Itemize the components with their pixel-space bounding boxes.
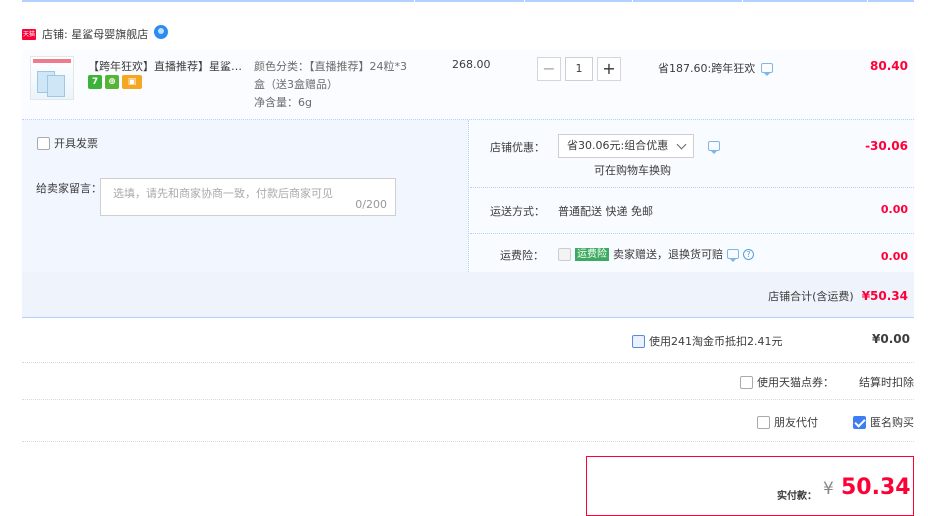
seller-message-input[interactable]: 选填，请先和商家协商一致，付款后商家可见 0/200 — [100, 178, 396, 216]
product-thumbnail[interactable] — [30, 56, 74, 100]
insurance-checkbox — [558, 247, 571, 261]
tmall-points-note: 结算时扣除 — [859, 376, 914, 389]
delivery-method: 普通配送 快递 免邮 — [558, 205, 653, 218]
service-badges: 7 ⊕ ▣ — [88, 75, 142, 89]
insurance-info-icon[interactable] — [727, 249, 739, 262]
shop-discount-select[interactable]: 省30.06元:组合优惠 — [558, 134, 694, 158]
guarantee-icon: ⊕ — [105, 75, 119, 89]
message-char-count: 0/200 — [355, 198, 387, 211]
quantity-stepper: − 1 + — [537, 57, 621, 81]
payment-amount: 50.34 — [841, 475, 911, 500]
insurance-tag: 运费险 — [575, 247, 609, 261]
shop-total-bar: 店铺合计(含运费) ¥50.34 — [22, 272, 914, 318]
shipping-insurance-row: 运费险： 运费险 卖家赠送，退换货可赔 ? 0.00 — [470, 234, 914, 272]
invoice-checkbox[interactable] — [37, 136, 50, 150]
shop-discount-amount: -30.06 — [865, 139, 908, 153]
item-discount: 省187.60:跨年狂欢 — [658, 60, 774, 76]
top-divider — [22, 0, 914, 2]
payment-summary: 实付款： ¥ 50.34 — [586, 456, 914, 516]
divider — [22, 399, 914, 400]
order-options: 开具发票 给卖家留言： 选填，请先和商家协商一致，付款后商家可见 0/200 店… — [22, 120, 914, 272]
insurance-amount: 0.00 — [880, 250, 908, 263]
shop-discount-row: 店铺优惠： 省30.06元:组合优惠 可在购物车换购 -30.06 — [470, 120, 914, 188]
shop-header: 天猫 店铺: 星鲨母婴旗舰店 — [22, 25, 169, 42]
discount-info-icon[interactable] — [708, 141, 720, 154]
message-label: 给卖家留言： — [36, 182, 102, 195]
friend-pay-checkbox[interactable] — [757, 415, 770, 429]
chevron-down-icon — [676, 139, 687, 150]
tmall-points-checkbox[interactable] — [740, 375, 753, 389]
shop-discount-label: 店铺优惠： — [490, 141, 545, 154]
currency-symbol: ¥ — [823, 479, 834, 499]
anonymous-purchase-option[interactable]: 匿名购买 — [853, 414, 914, 430]
shop-name-link[interactable]: 店铺: 星鲨母婴旗舰店 — [42, 26, 148, 42]
product-sku: 颜色分类：【直播推荐】24粒*3 盒（送3盒赠品） 净含量：6g — [254, 60, 407, 109]
friend-pay-option[interactable]: 朋友代付 — [757, 414, 818, 430]
message-placeholder: 选填，请先和商家协商一致，付款后商家可见 — [113, 187, 333, 200]
divider — [22, 362, 914, 363]
taojinbi-checkbox[interactable] — [632, 334, 645, 348]
buyer-options-panel: 开具发票 给卖家留言： 选填，请先和商家协商一致，付款后商家可见 0/200 — [22, 120, 469, 272]
tmall-points-option[interactable]: 使用天猫点券： — [740, 374, 834, 390]
quantity-input[interactable]: 1 — [565, 57, 593, 81]
seven-day-return-icon: 7 — [88, 75, 102, 89]
delivery-row: 运送方式： 普通配送 快递 免邮 0.00 — [470, 188, 914, 234]
discount-info-icon[interactable] — [761, 63, 774, 76]
taojinbi-option[interactable]: 使用241淘金币抵扣2.41元 — [632, 333, 783, 349]
shop-options-panel: 店铺优惠： 省30.06元:组合优惠 可在购物车换购 -30.06 运送方式： … — [470, 120, 914, 272]
divider — [22, 441, 914, 442]
help-icon[interactable]: ? — [743, 248, 754, 260]
shop-total-value: ¥50.34 — [861, 289, 908, 303]
insurance-info: 运费险 卖家赠送，退换货可赔 ? — [558, 246, 754, 262]
payment-label: 实付款： — [777, 491, 817, 502]
quantity-minus-button[interactable]: − — [537, 57, 561, 81]
tmall-icon: 天猫 — [22, 28, 36, 40]
delivery-amount: 0.00 — [880, 203, 908, 216]
unit-price: 268.00 — [452, 58, 491, 71]
item-subtotal: 80.40 — [870, 59, 908, 73]
shop-total: 店铺合计(含运费) ¥50.34 — [768, 289, 908, 303]
wangwang-chat-icon[interactable] — [154, 25, 169, 39]
taojinbi-value: ¥0.00 — [872, 332, 910, 346]
shop-discount-note: 可在购物车换购 — [594, 164, 671, 177]
insurance-label: 运费险： — [500, 249, 544, 262]
delivery-label: 运送方式： — [490, 205, 545, 218]
anonymous-checkbox[interactable] — [853, 415, 866, 429]
product-title-link[interactable]: 【跨年狂欢】直播推荐】星鲨婴... — [88, 58, 248, 74]
order-item-row: 【跨年狂欢】直播推荐】星鲨婴... 7 ⊕ ▣ 颜色分类：【直播推荐】24粒*3… — [22, 50, 914, 120]
invoice-option[interactable]: 开具发票 — [37, 135, 98, 151]
card-payment-icon: ▣ — [122, 75, 142, 89]
quantity-plus-button[interactable]: + — [597, 57, 621, 81]
